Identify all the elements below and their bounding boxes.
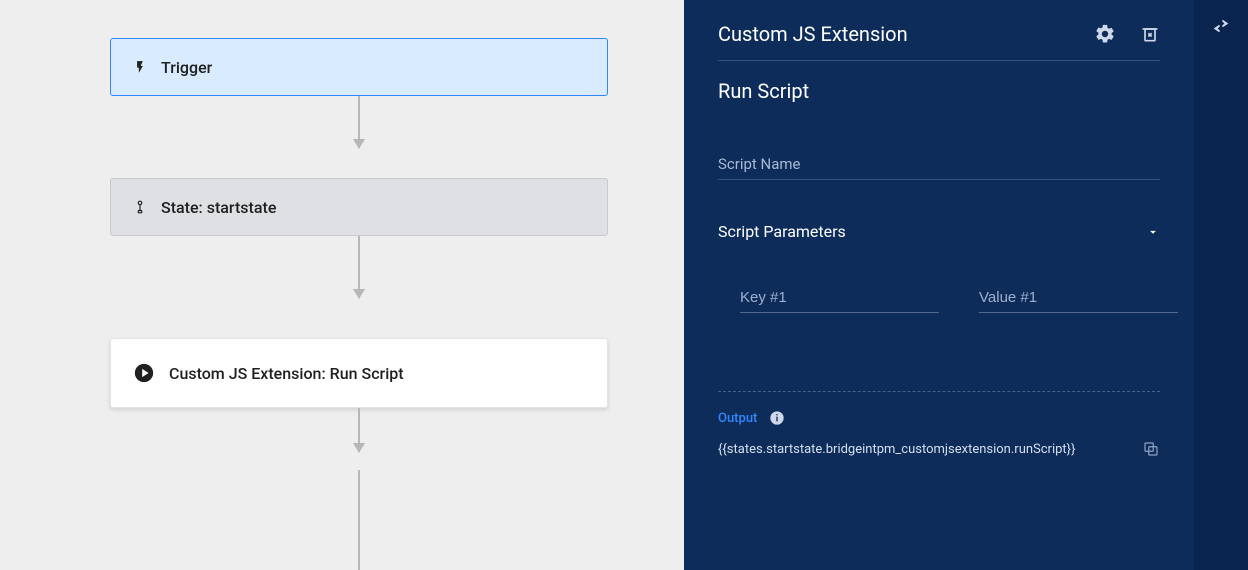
node-state[interactable]: State: startstate bbox=[110, 178, 608, 236]
panel-title: Custom JS Extension bbox=[718, 22, 1070, 46]
caret-down-icon bbox=[1146, 225, 1160, 239]
connector-line bbox=[358, 470, 360, 570]
swap-icon[interactable] bbox=[1211, 16, 1231, 570]
script-name-input[interactable] bbox=[718, 179, 1160, 180]
connector-arrow bbox=[358, 408, 360, 452]
script-params-toggle[interactable]: Script Parameters bbox=[718, 222, 1160, 241]
param-key-input[interactable] bbox=[740, 285, 939, 313]
script-name-label: Script Name bbox=[718, 155, 1160, 173]
node-trigger-label: Trigger bbox=[161, 58, 212, 77]
node-action[interactable]: Custom JS Extension: Run Script bbox=[110, 338, 608, 408]
output-expression: {{states.startstate.bridgeintpm_customjs… bbox=[718, 442, 1130, 457]
divider bbox=[718, 391, 1160, 392]
copy-icon[interactable] bbox=[1142, 440, 1160, 458]
param-value-input[interactable] bbox=[979, 285, 1178, 313]
panel-header: Custom JS Extension bbox=[718, 22, 1160, 46]
connector-arrow bbox=[358, 96, 360, 148]
bolt-icon bbox=[133, 58, 147, 76]
script-params-label: Script Parameters bbox=[718, 222, 1146, 241]
node-state-label: State: startstate bbox=[161, 198, 276, 217]
properties-panel: Custom JS Extension Run Script Script Na… bbox=[684, 0, 1194, 570]
flow-canvas[interactable]: Trigger State: startstate Custom JS Exte… bbox=[0, 0, 684, 570]
param-row bbox=[718, 285, 1160, 313]
gear-icon[interactable] bbox=[1094, 23, 1116, 45]
node-trigger[interactable]: Trigger bbox=[110, 38, 608, 96]
output-expression-row: {{states.startstate.bridgeintpm_customjs… bbox=[718, 440, 1160, 458]
play-circle-icon bbox=[133, 362, 155, 384]
panel-subtitle: Run Script bbox=[718, 79, 1160, 103]
node-action-label: Custom JS Extension: Run Script bbox=[169, 364, 404, 383]
info-icon[interactable] bbox=[769, 410, 785, 426]
connector-arrow bbox=[358, 236, 360, 298]
delete-icon[interactable] bbox=[1140, 24, 1160, 44]
output-label: Output bbox=[718, 411, 757, 426]
state-icon bbox=[133, 198, 147, 216]
right-rail bbox=[1194, 0, 1248, 570]
output-header: Output bbox=[718, 410, 1160, 426]
divider bbox=[718, 60, 1160, 61]
